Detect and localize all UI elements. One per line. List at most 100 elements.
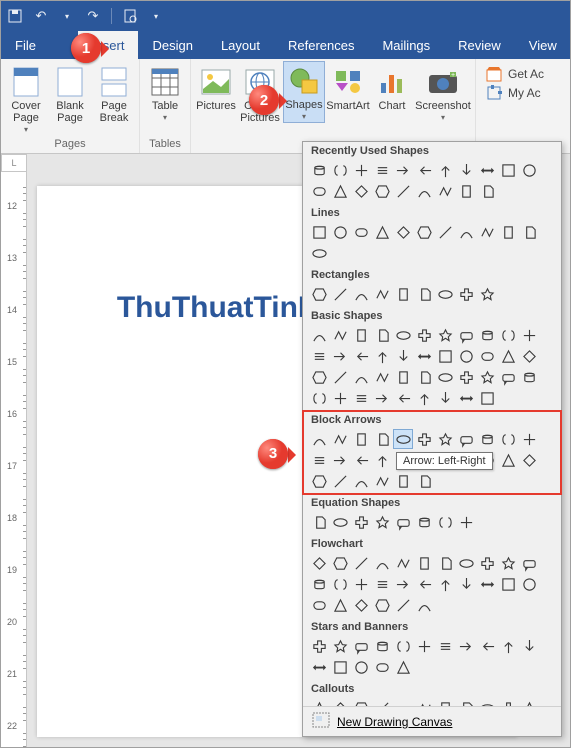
- shape-item[interactable]: [456, 636, 476, 656]
- shape-item[interactable]: [372, 284, 392, 304]
- shape-item[interactable]: [393, 698, 413, 706]
- shape-item[interactable]: [330, 284, 350, 304]
- shape-item[interactable]: [330, 553, 350, 573]
- shape-item[interactable]: [330, 574, 350, 594]
- shape-item[interactable]: [477, 698, 497, 706]
- shape-item[interactable]: [435, 284, 455, 304]
- shape-item[interactable]: [372, 657, 392, 677]
- shape-item[interactable]: [414, 367, 434, 387]
- shape-item[interactable]: [330, 698, 350, 706]
- shape-item[interactable]: [372, 388, 392, 408]
- shape-item[interactable]: [372, 471, 392, 491]
- shape-item[interactable]: [519, 160, 539, 180]
- smartart-button[interactable]: SmartArt: [327, 62, 369, 112]
- shape-item[interactable]: [309, 160, 329, 180]
- shape-item[interactable]: [372, 429, 392, 449]
- shape-item[interactable]: [498, 160, 518, 180]
- shape-item[interactable]: [414, 284, 434, 304]
- shape-item[interactable]: [435, 222, 455, 242]
- shape-item[interactable]: [309, 595, 329, 615]
- shape-item[interactable]: [330, 222, 350, 242]
- shape-item[interactable]: [351, 388, 371, 408]
- shape-item[interactable]: [498, 698, 518, 706]
- pictures-button[interactable]: Pictures: [195, 62, 237, 112]
- shape-item[interactable]: [435, 698, 455, 706]
- shape-item[interactable]: [435, 636, 455, 656]
- shape-item[interactable]: [456, 181, 476, 201]
- shape-item[interactable]: [351, 160, 371, 180]
- shape-item[interactable]: [372, 574, 392, 594]
- qat-customize-icon[interactable]: ▾: [148, 8, 164, 24]
- shape-item[interactable]: [435, 388, 455, 408]
- tab-design[interactable]: Design: [138, 31, 206, 59]
- shape-item[interactable]: [519, 636, 539, 656]
- shape-item[interactable]: [456, 512, 476, 532]
- shape-item[interactable]: [330, 160, 350, 180]
- shape-item[interactable]: [351, 181, 371, 201]
- shape-item[interactable]: [393, 367, 413, 387]
- new-drawing-canvas-button[interactable]: New Drawing Canvas: [303, 706, 561, 736]
- shape-item[interactable]: [414, 222, 434, 242]
- shape-item[interactable]: [393, 574, 413, 594]
- shape-item[interactable]: [435, 553, 455, 573]
- shape-item[interactable]: [351, 471, 371, 491]
- shape-item[interactable]: [477, 429, 497, 449]
- my-addins-button[interactable]: My Ac: [486, 85, 544, 101]
- shape-item[interactable]: [393, 346, 413, 366]
- shape-item[interactable]: [330, 471, 350, 491]
- shape-item[interactable]: [351, 657, 371, 677]
- shape-item[interactable]: [309, 325, 329, 345]
- shape-item[interactable]: [309, 450, 329, 470]
- shape-item[interactable]: [330, 429, 350, 449]
- shape-item[interactable]: [456, 284, 476, 304]
- shape-item[interactable]: [477, 636, 497, 656]
- ruler-corner[interactable]: L: [1, 154, 27, 172]
- shape-item[interactable]: [477, 553, 497, 573]
- tab-file[interactable]: File: [1, 31, 50, 59]
- shape-item[interactable]: [414, 471, 434, 491]
- undo-icon[interactable]: ↶: [33, 8, 49, 24]
- shape-item[interactable]: [435, 346, 455, 366]
- shape-item[interactable]: [414, 429, 434, 449]
- shape-item[interactable]: [498, 429, 518, 449]
- shape-item[interactable]: [351, 367, 371, 387]
- screenshot-button[interactable]: + Screenshot ▾: [415, 62, 471, 123]
- shape-item[interactable]: [435, 429, 455, 449]
- shape-item[interactable]: [477, 181, 497, 201]
- shape-item[interactable]: [393, 553, 413, 573]
- shape-item[interactable]: [351, 429, 371, 449]
- shape-item[interactable]: [519, 450, 539, 470]
- shapes-button[interactable]: Shapes ▾: [283, 61, 325, 123]
- shape-item[interactable]: [414, 553, 434, 573]
- shape-item[interactable]: [477, 284, 497, 304]
- shape-item[interactable]: [351, 553, 371, 573]
- tab-view[interactable]: View: [515, 31, 571, 59]
- shape-item[interactable]: [456, 553, 476, 573]
- shape-item[interactable]: [351, 698, 371, 706]
- shape-item[interactable]: [309, 512, 329, 532]
- shape-item[interactable]: [372, 698, 392, 706]
- shape-item[interactable]: [519, 553, 539, 573]
- shape-item[interactable]: [330, 450, 350, 470]
- shape-item[interactable]: [414, 512, 434, 532]
- shape-item[interactable]: [435, 160, 455, 180]
- shape-item[interactable]: [309, 574, 329, 594]
- shape-item[interactable]: [456, 388, 476, 408]
- print-preview-icon[interactable]: [122, 8, 138, 24]
- shape-item[interactable]: [477, 346, 497, 366]
- shape-item[interactable]: [330, 512, 350, 532]
- shape-item[interactable]: [330, 388, 350, 408]
- shape-item[interactable]: [414, 595, 434, 615]
- shape-item[interactable]: [456, 429, 476, 449]
- redo-icon[interactable]: ↷: [85, 8, 101, 24]
- shape-item[interactable]: [330, 636, 350, 656]
- shape-item[interactable]: [435, 367, 455, 387]
- shape-item[interactable]: [435, 574, 455, 594]
- table-button[interactable]: Table ▾: [144, 62, 186, 123]
- shape-item[interactable]: [330, 595, 350, 615]
- shape-item[interactable]: [351, 512, 371, 532]
- shape-item[interactable]: [477, 388, 497, 408]
- shape-item[interactable]: [414, 346, 434, 366]
- shape-item[interactable]: [414, 636, 434, 656]
- tab-layout[interactable]: Layout: [207, 31, 274, 59]
